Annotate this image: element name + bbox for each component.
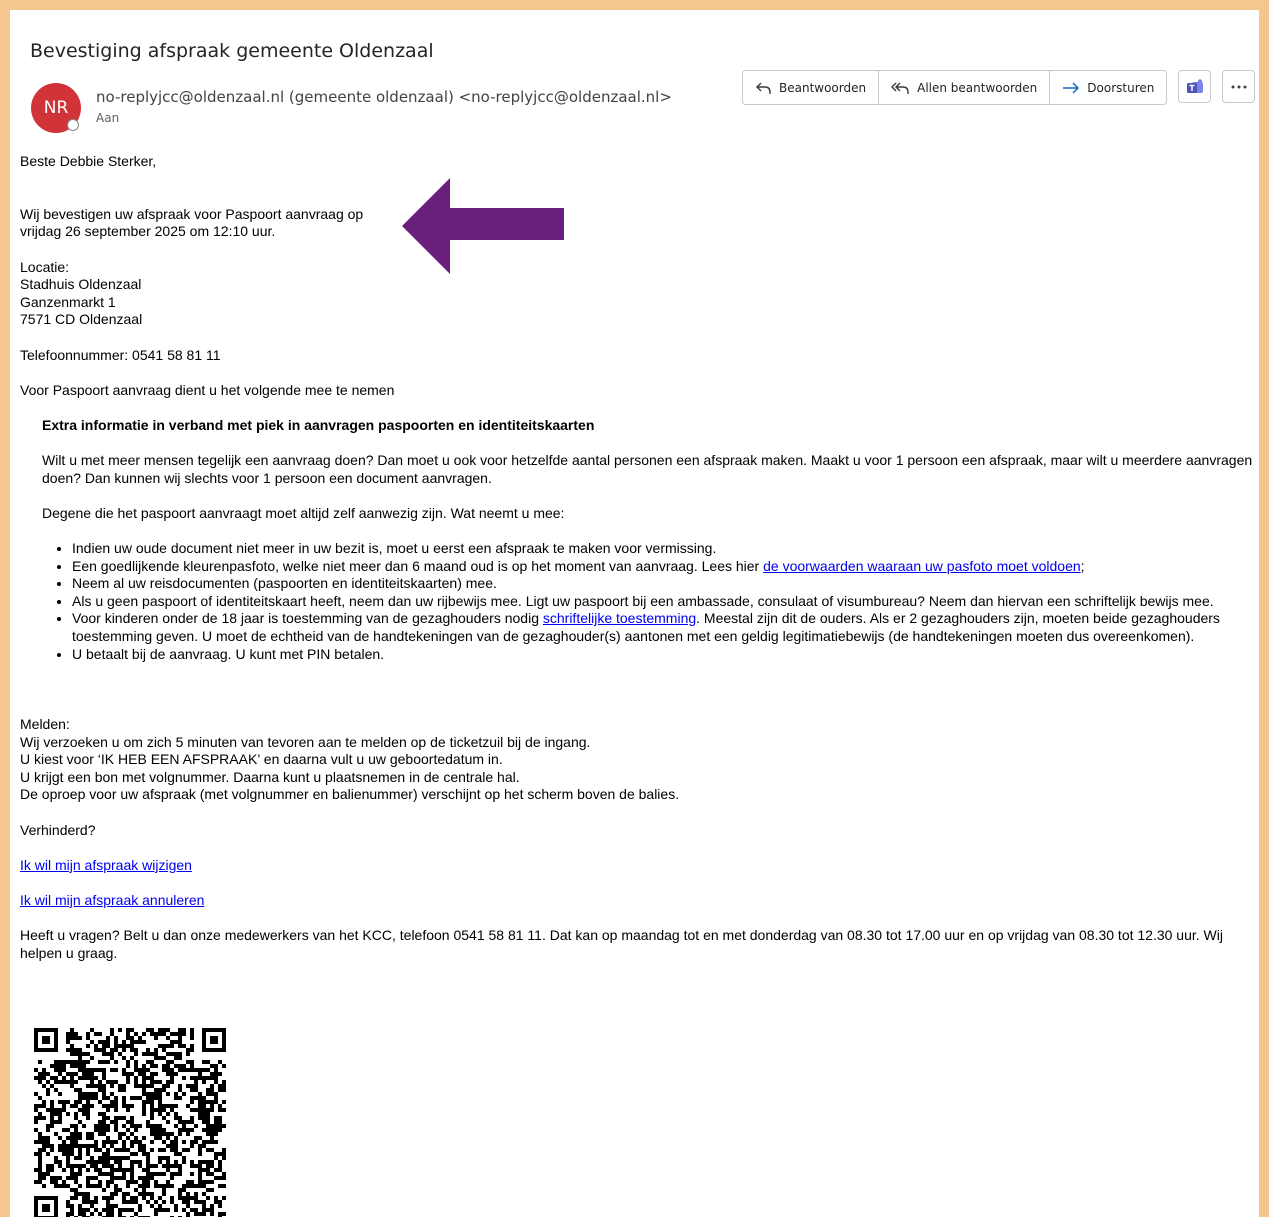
- reply-all-button[interactable]: Allen beantwoorden: [878, 71, 1050, 104]
- avatar-initials: NR: [43, 98, 69, 118]
- confirmation-line-2: vrijdag 26 september 2025 om 12:10 uur.: [20, 223, 276, 240]
- change-appointment-link[interactable]: Ik wil mijn afspraak wijzigen: [20, 857, 192, 873]
- qr-code-icon: [30, 1024, 230, 1217]
- teams-icon: [1186, 78, 1204, 95]
- message-actions: Beantwoorden Allen beantwoorden Doorstur…: [742, 70, 1168, 105]
- list-item: Indien uw oude document niet meer in uw …: [72, 540, 1259, 558]
- screenshot-frame: Bevestiging afspraak gemeente Oldenzaal …: [0, 0, 1269, 1217]
- check-in-line-3: U krijgt een bon met volgnummer. Daarna …: [20, 768, 520, 785]
- location-label: Locatie:: [20, 258, 70, 275]
- phone-number: Telefoonnummer: 0541 58 81 11: [20, 346, 221, 363]
- reply-button[interactable]: Beantwoorden: [743, 71, 879, 104]
- unable-to-attend-label: Verhinderd?: [20, 821, 96, 838]
- bring-intro: Voor Paspoort aanvraag dient u het volge…: [20, 381, 395, 398]
- more-actions-button[interactable]: [1222, 70, 1255, 103]
- check-in-line-2: U kiest voor ‘IK HEB EEN AFSPRAAK’ en da…: [20, 751, 503, 768]
- check-in-line-1: Wij verzoeken u om zich 5 minuten van te…: [20, 733, 591, 750]
- requirements-list: Indien uw oude document niet meer in uw …: [20, 540, 1259, 664]
- list-item: Voor kinderen onder de 18 jaar is toeste…: [72, 610, 1259, 645]
- teams-button[interactable]: [1178, 70, 1211, 103]
- extra-info-paragraph-2: Degene die het paspoort aanvraagt moet a…: [42, 504, 565, 521]
- cancel-appointment-link[interactable]: Ik wil mijn afspraak annuleren: [20, 892, 204, 908]
- extra-info-paragraph-1: Wilt u met meer mensen tegelijk een aanv…: [42, 452, 1253, 486]
- forward-button[interactable]: Doorsturen: [1049, 71, 1167, 104]
- forward-label: Doorsturen: [1087, 80, 1155, 95]
- location-street: Ganzenmarkt 1: [20, 293, 116, 310]
- location-city: 7571 CD Oldenzaal: [20, 311, 143, 328]
- questions-paragraph: Heeft u vragen? Belt u dan onze medewerk…: [20, 927, 1223, 961]
- check-in-line-4: De oproep voor uw afspraak (met volgnumm…: [20, 786, 680, 803]
- greeting: Beste Debbie Sterker,: [20, 153, 157, 169]
- list-item: Als u geen paspoort of identiteitskaart …: [72, 593, 1259, 611]
- list-item: Een goedlijkende kleurenpasfoto, welke n…: [72, 558, 1259, 576]
- reply-label: Beantwoorden: [779, 80, 867, 95]
- reply-icon: [755, 81, 772, 95]
- annotation-arrow-icon: [402, 178, 564, 274]
- extra-info-heading: Extra informatie in verband met piek in …: [42, 416, 595, 433]
- confirmation-line-1: Wij bevestigen uw afspraak voor Paspoort…: [20, 205, 364, 222]
- email-subject: Bevestiging afspraak gemeente Oldenzaal: [30, 40, 434, 62]
- list-item: Neem al uw reisdocumenten (paspoorten en…: [72, 575, 1259, 593]
- photo-requirements-link[interactable]: de voorwaarden waaraan uw pasfoto moet v…: [763, 558, 1081, 574]
- sender-address[interactable]: no-replyjcc@oldenzaal.nl (gemeente olden…: [96, 88, 672, 106]
- email-body: Beste Debbie Sterker, Wij bevestigen uw …: [20, 153, 1259, 962]
- more-icon: [1231, 85, 1247, 89]
- forward-arrow-icon: [1062, 81, 1080, 95]
- list-item: U betaalt bij de aanvraag. U kunt met PI…: [72, 646, 1259, 664]
- written-consent-link[interactable]: schriftelijke toestemming: [543, 610, 696, 626]
- check-in-label: Melden:: [20, 716, 70, 732]
- recipient-label: Aan: [96, 111, 120, 125]
- reply-all-label: Allen beantwoorden: [917, 80, 1038, 95]
- location-name: Stadhuis Oldenzaal: [20, 276, 142, 293]
- presence-status-icon: [67, 119, 79, 131]
- reply-all-icon: [891, 81, 910, 95]
